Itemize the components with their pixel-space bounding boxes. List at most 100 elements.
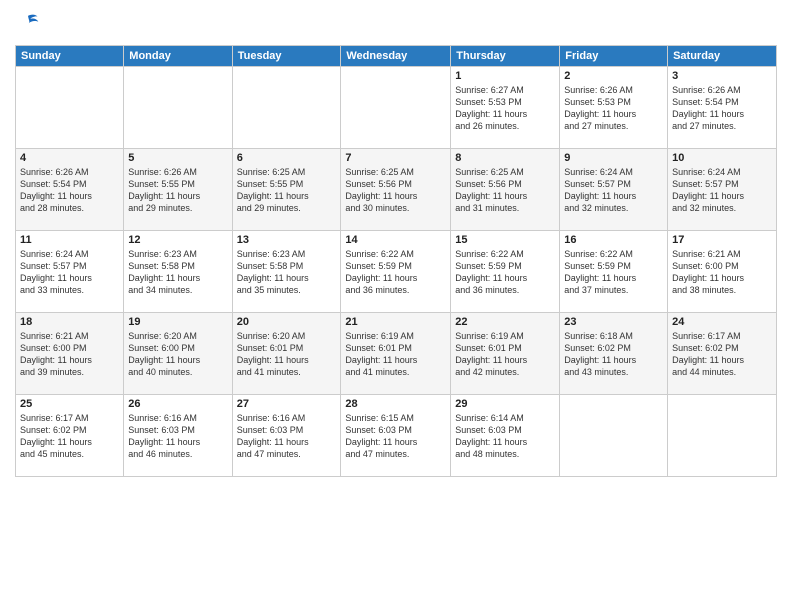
calendar-cell: 26 Sunrise: 6:16 AM Sunset: 6:03 PM Dayli… (124, 394, 232, 476)
calendar-cell (16, 66, 124, 148)
day-number: 27 (237, 398, 337, 410)
calendar-cell: 14 Sunrise: 6:22 AM Sunset: 5:59 PM Dayli… (341, 230, 451, 312)
day-info: Sunrise: 6:26 AM Sunset: 5:53 PM Dayligh… (564, 84, 663, 133)
day-number: 29 (455, 398, 555, 410)
calendar-cell: 20 Sunrise: 6:20 AM Sunset: 6:01 PM Dayli… (232, 312, 341, 394)
day-number: 2 (564, 70, 663, 82)
day-info: Sunrise: 6:26 AM Sunset: 5:54 PM Dayligh… (20, 166, 119, 215)
day-number: 8 (455, 152, 555, 164)
calendar-table: SundayMondayTuesdayWednesdayThursdayFrid… (15, 45, 777, 477)
day-info: Sunrise: 6:25 AM Sunset: 5:55 PM Dayligh… (237, 166, 337, 215)
calendar-cell: 22 Sunrise: 6:19 AM Sunset: 6:01 PM Dayli… (451, 312, 560, 394)
calendar-cell: 9Sunrise: 6:24 AM Sunset: 5:57 PM Daylig… (560, 148, 668, 230)
day-info: Sunrise: 6:20 AM Sunset: 6:01 PM Dayligh… (237, 330, 337, 379)
calendar-cell: 23 Sunrise: 6:18 AM Sunset: 6:02 PM Dayli… (560, 312, 668, 394)
day-number: 19 (128, 316, 227, 328)
calendar-cell: 24 Sunrise: 6:17 AM Sunset: 6:02 PM Dayli… (668, 312, 777, 394)
day-info: Sunrise: 6:15 AM Sunset: 6:03 PM Dayligh… (345, 412, 446, 461)
logo-bird-icon (17, 10, 39, 32)
day-number: 7 (345, 152, 446, 164)
day-info: Sunrise: 6:25 AM Sunset: 5:56 PM Dayligh… (455, 166, 555, 215)
col-header-saturday: Saturday (668, 45, 777, 66)
day-info: Sunrise: 6:17 AM Sunset: 6:02 PM Dayligh… (672, 330, 772, 379)
calendar-cell: 11 Sunrise: 6:24 AM Sunset: 5:57 PM Dayli… (16, 230, 124, 312)
calendar-cell: 2 Sunrise: 6:26 AM Sunset: 5:53 PM Daylig… (560, 66, 668, 148)
day-info: Sunrise: 6:26 AM Sunset: 5:54 PM Dayligh… (672, 84, 772, 133)
calendar-cell: 28 Sunrise: 6:15 AM Sunset: 6:03 PM Dayli… (341, 394, 451, 476)
day-number: 10 (672, 152, 772, 164)
calendar-cell (668, 394, 777, 476)
day-number: 17 (672, 234, 772, 246)
day-info: Sunrise: 6:22 AM Sunset: 5:59 PM Dayligh… (345, 248, 446, 297)
calendar-cell (232, 66, 341, 148)
page: SundayMondayTuesdayWednesdayThursdayFrid… (0, 0, 792, 612)
calendar-cell: 8 Sunrise: 6:25 AM Sunset: 5:56 PM Daylig… (451, 148, 560, 230)
calendar-cell: 13 Sunrise: 6:23 AM Sunset: 5:58 PM Dayli… (232, 230, 341, 312)
day-info: Sunrise: 6:19 AM Sunset: 6:01 PM Dayligh… (455, 330, 555, 379)
day-number: 5 (128, 152, 227, 164)
day-info: Sunrise: 6:14 AM Sunset: 6:03 PM Dayligh… (455, 412, 555, 461)
calendar-cell: 5 Sunrise: 6:26 AM Sunset: 5:55 PM Daylig… (124, 148, 232, 230)
calendar-cell: 12 Sunrise: 6:23 AM Sunset: 5:58 PM Dayli… (124, 230, 232, 312)
col-header-sunday: Sunday (16, 45, 124, 66)
header (15, 10, 777, 37)
day-info: Sunrise: 6:16 AM Sunset: 6:03 PM Dayligh… (237, 412, 337, 461)
day-number: 4 (20, 152, 119, 164)
day-info: Sunrise: 6:23 AM Sunset: 5:58 PM Dayligh… (128, 248, 227, 297)
calendar-cell: 7 Sunrise: 6:25 AM Sunset: 5:56 PM Daylig… (341, 148, 451, 230)
day-info: Sunrise: 6:16 AM Sunset: 6:03 PM Dayligh… (128, 412, 227, 461)
calendar-cell: 18 Sunrise: 6:21 AM Sunset: 6:00 PM Dayli… (16, 312, 124, 394)
calendar-cell: 29 Sunrise: 6:14 AM Sunset: 6:03 PM Dayli… (451, 394, 560, 476)
day-info: Sunrise: 6:22 AM Sunset: 5:59 PM Dayligh… (564, 248, 663, 297)
day-number: 23 (564, 316, 663, 328)
calendar-cell: 19 Sunrise: 6:20 AM Sunset: 6:00 PM Dayli… (124, 312, 232, 394)
day-number: 18 (20, 316, 119, 328)
day-number: 16 (564, 234, 663, 246)
calendar-cell (341, 66, 451, 148)
calendar-cell: 1Sunrise: 6:27 AM Sunset: 5:53 PM Daylig… (451, 66, 560, 148)
col-header-monday: Monday (124, 45, 232, 66)
day-number: 9 (564, 152, 663, 164)
day-info: Sunrise: 6:18 AM Sunset: 6:02 PM Dayligh… (564, 330, 663, 379)
calendar-cell: 6 Sunrise: 6:25 AM Sunset: 5:55 PM Daylig… (232, 148, 341, 230)
day-info: Sunrise: 6:23 AM Sunset: 5:58 PM Dayligh… (237, 248, 337, 297)
day-info: Sunrise: 6:24 AM Sunset: 5:57 PM Dayligh… (672, 166, 772, 215)
day-number: 13 (237, 234, 337, 246)
day-number: 21 (345, 316, 446, 328)
day-number: 6 (237, 152, 337, 164)
day-info: Sunrise: 6:26 AM Sunset: 5:55 PM Dayligh… (128, 166, 227, 215)
calendar-cell: 17 Sunrise: 6:21 AM Sunset: 6:00 PM Dayli… (668, 230, 777, 312)
day-number: 14 (345, 234, 446, 246)
day-number: 15 (455, 234, 555, 246)
calendar-cell (124, 66, 232, 148)
calendar-cell: 21 Sunrise: 6:19 AM Sunset: 6:01 PM Dayli… (341, 312, 451, 394)
day-number: 22 (455, 316, 555, 328)
day-number: 25 (20, 398, 119, 410)
col-header-tuesday: Tuesday (232, 45, 341, 66)
day-info: Sunrise: 6:17 AM Sunset: 6:02 PM Dayligh… (20, 412, 119, 461)
day-number: 28 (345, 398, 446, 410)
logo (15, 10, 39, 37)
calendar-cell: 25 Sunrise: 6:17 AM Sunset: 6:02 PM Dayli… (16, 394, 124, 476)
col-header-wednesday: Wednesday (341, 45, 451, 66)
day-info: Sunrise: 6:21 AM Sunset: 6:00 PM Dayligh… (20, 330, 119, 379)
day-number: 26 (128, 398, 227, 410)
day-info: Sunrise: 6:21 AM Sunset: 6:00 PM Dayligh… (672, 248, 772, 297)
day-info: Sunrise: 6:25 AM Sunset: 5:56 PM Dayligh… (345, 166, 446, 215)
calendar-cell: 3 Sunrise: 6:26 AM Sunset: 5:54 PM Daylig… (668, 66, 777, 148)
col-header-thursday: Thursday (451, 45, 560, 66)
calendar-cell: 10 Sunrise: 6:24 AM Sunset: 5:57 PM Dayli… (668, 148, 777, 230)
calendar-cell: 27 Sunrise: 6:16 AM Sunset: 6:03 PM Dayli… (232, 394, 341, 476)
day-number: 24 (672, 316, 772, 328)
col-header-friday: Friday (560, 45, 668, 66)
day-info: Sunrise: 6:20 AM Sunset: 6:00 PM Dayligh… (128, 330, 227, 379)
day-info: Sunrise: 6:24 AM Sunset: 5:57 PM Dayligh… (20, 248, 119, 297)
calendar-cell: 16 Sunrise: 6:22 AM Sunset: 5:59 PM Dayli… (560, 230, 668, 312)
calendar-cell: 15 Sunrise: 6:22 AM Sunset: 5:59 PM Dayli… (451, 230, 560, 312)
day-number: 20 (237, 316, 337, 328)
day-info: Sunrise: 6:22 AM Sunset: 5:59 PM Dayligh… (455, 248, 555, 297)
day-number: 3 (672, 70, 772, 82)
day-info: Sunrise: 6:19 AM Sunset: 6:01 PM Dayligh… (345, 330, 446, 379)
day-number: 11 (20, 234, 119, 246)
day-number: 12 (128, 234, 227, 246)
